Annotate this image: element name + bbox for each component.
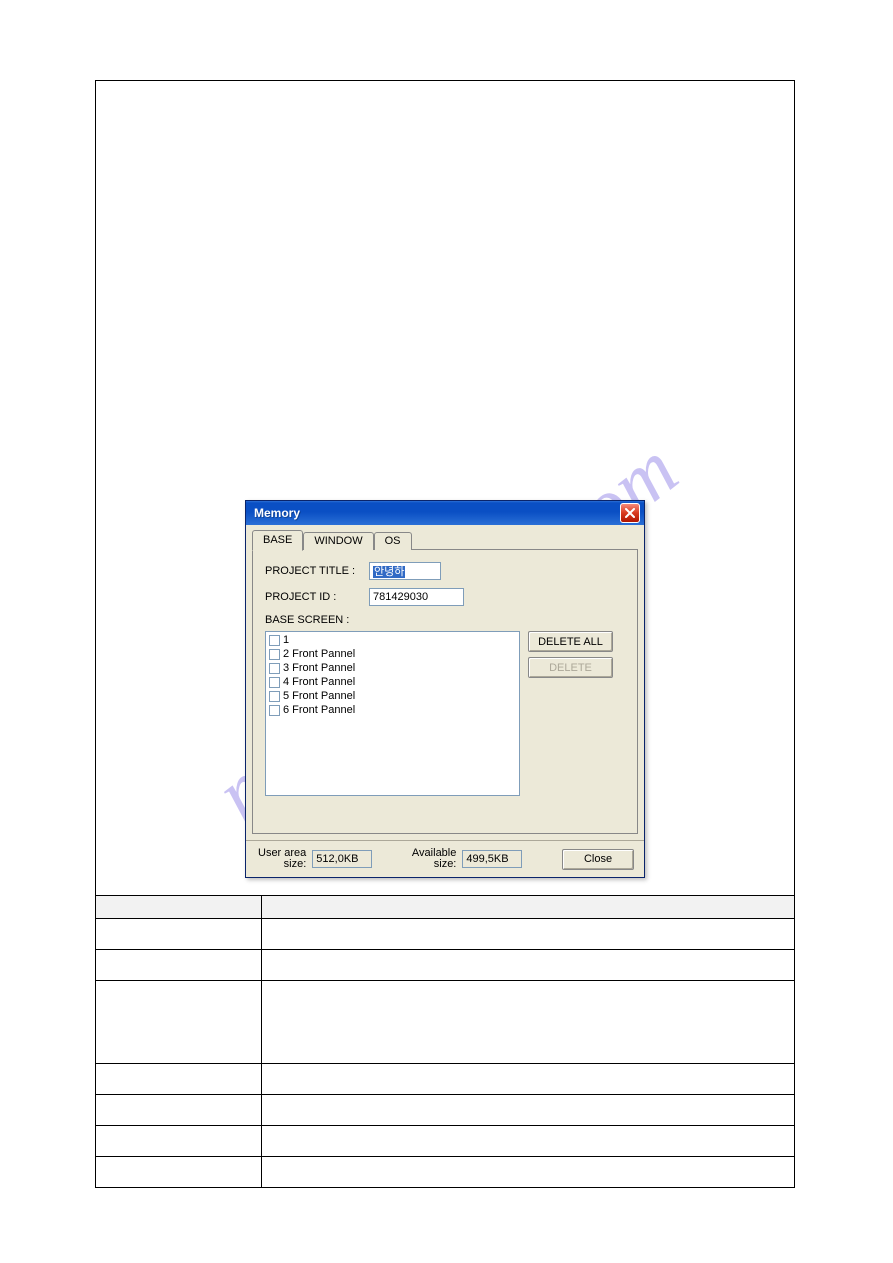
- list-item-label: 5 Front Pannel: [283, 689, 355, 703]
- list-item[interactable]: 1: [269, 633, 516, 647]
- tab-base[interactable]: BASE: [252, 530, 303, 551]
- checkbox-icon[interactable]: [269, 705, 280, 716]
- list-item[interactable]: 6 Front Pannel: [269, 703, 516, 717]
- description-table: [95, 895, 795, 1188]
- list-area: 1 2 Front Pannel 3 Front Pannel 4 Front …: [265, 631, 627, 796]
- project-title-label: PROJECT TITLE :: [265, 565, 369, 577]
- tab-panel-base: PROJECT TITLE : 안녕하 PROJECT ID : 7814290…: [252, 549, 638, 834]
- table-row: [96, 919, 795, 950]
- list-item[interactable]: 3 Front Pannel: [269, 661, 516, 675]
- table-header-cell: [262, 896, 795, 919]
- list-item-label: 3 Front Pannel: [283, 661, 355, 675]
- project-id-label: PROJECT ID :: [265, 591, 369, 603]
- tab-window[interactable]: WINDOW: [303, 532, 373, 550]
- delete-all-button[interactable]: DELETE ALL: [528, 631, 613, 652]
- list-item[interactable]: 4 Front Pannel: [269, 675, 516, 689]
- checkbox-icon[interactable]: [269, 649, 280, 660]
- list-item-label: 1: [283, 633, 289, 647]
- window-title: Memory: [254, 506, 300, 520]
- available-value: 499,5KB: [462, 850, 522, 868]
- tab-os[interactable]: OS: [374, 532, 412, 550]
- available-block: Available size: 499,5KB: [412, 848, 522, 870]
- checkbox-icon[interactable]: [269, 635, 280, 646]
- table-row: [96, 1095, 795, 1126]
- memory-dialog: Memory BASE WINDOW OS PROJECT TITLE : 안녕…: [245, 500, 645, 878]
- dialog-body: BASE WINDOW OS PROJECT TITLE : 안녕하 PROJE…: [246, 525, 644, 840]
- checkbox-icon[interactable]: [269, 691, 280, 702]
- table-row: [96, 1064, 795, 1095]
- tab-bar: BASE WINDOW OS: [252, 529, 638, 550]
- list-item-label: 4 Front Pannel: [283, 675, 355, 689]
- dialog-footer: User area size: 512,0KB Available size: …: [246, 840, 644, 877]
- base-screen-label: BASE SCREEN :: [265, 614, 627, 626]
- table-row: [96, 981, 795, 1064]
- close-button[interactable]: Close: [562, 849, 634, 870]
- list-item-label: 2 Front Pannel: [283, 647, 355, 661]
- list-item-label: 6 Front Pannel: [283, 703, 355, 717]
- table-row: [96, 1126, 795, 1157]
- user-area-label: User area size:: [258, 848, 306, 870]
- project-id-input[interactable]: 781429030: [369, 588, 464, 606]
- table-header-row: [96, 896, 795, 919]
- table-row: [96, 950, 795, 981]
- project-id-row: PROJECT ID : 781429030: [265, 588, 627, 606]
- project-title-input[interactable]: 안녕하: [369, 562, 441, 580]
- list-buttons: DELETE ALL DELETE: [528, 631, 613, 678]
- list-item[interactable]: 2 Front Pannel: [269, 647, 516, 661]
- table-row: [96, 1157, 795, 1188]
- delete-button: DELETE: [528, 657, 613, 678]
- table-header-cell: [96, 896, 262, 919]
- checkbox-icon[interactable]: [269, 663, 280, 674]
- user-area-block: User area size: 512,0KB: [258, 848, 372, 870]
- base-screen-listbox[interactable]: 1 2 Front Pannel 3 Front Pannel 4 Front …: [265, 631, 520, 796]
- available-label: Available size:: [412, 848, 456, 870]
- project-title-row: PROJECT TITLE : 안녕하: [265, 562, 627, 580]
- user-area-value: 512,0KB: [312, 850, 372, 868]
- titlebar[interactable]: Memory: [246, 501, 644, 525]
- window-close-button[interactable]: [620, 503, 640, 523]
- close-icon: [625, 508, 635, 518]
- list-item[interactable]: 5 Front Pannel: [269, 689, 516, 703]
- checkbox-icon[interactable]: [269, 677, 280, 688]
